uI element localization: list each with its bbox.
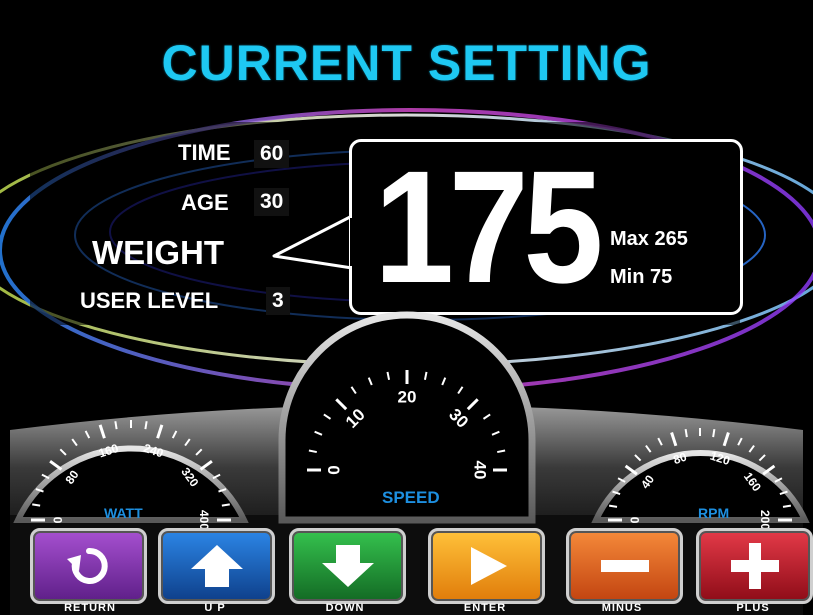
rpm-tick xyxy=(608,504,618,508)
watt-tick xyxy=(84,430,91,439)
rpm-tick xyxy=(612,490,621,495)
speed-tick xyxy=(386,371,391,380)
speed-tick xyxy=(482,413,491,420)
return-icon xyxy=(66,547,108,584)
watt-tick-label: 240 xyxy=(142,441,166,461)
speed-tick xyxy=(335,398,348,411)
rpm-tick xyxy=(634,454,642,462)
watt-tick-label: 80 xyxy=(62,467,81,486)
rpm-tick xyxy=(737,437,743,446)
watt-tick xyxy=(195,448,203,456)
watt-tick xyxy=(41,473,50,480)
minus-button-label: MINUS xyxy=(601,602,643,614)
plus-button-label: PLUS xyxy=(736,602,770,614)
rpm-tick xyxy=(684,428,688,438)
down-button[interactable] xyxy=(289,528,406,604)
minus-button[interactable] xyxy=(566,528,683,604)
enter-button[interactable] xyxy=(428,528,545,604)
rpm-tick xyxy=(722,432,730,447)
watt-tick xyxy=(59,448,67,456)
return-button[interactable] xyxy=(30,528,147,604)
enter-button-label: ENTER xyxy=(463,602,507,614)
rpm-tick xyxy=(617,477,626,483)
speed-tick xyxy=(491,430,500,436)
up-button-label: U P xyxy=(204,602,226,614)
arrow-up-icon xyxy=(190,545,243,587)
down-button-label: DOWN xyxy=(325,602,365,614)
speed-tick xyxy=(497,449,506,454)
watt-tick xyxy=(199,460,213,471)
rpm-tick xyxy=(670,432,678,447)
speed-gauge-label: SPEED xyxy=(382,488,440,507)
return-button-label: RETURN xyxy=(64,602,116,614)
speed-tick xyxy=(423,371,428,380)
rpm-tick xyxy=(645,444,652,453)
watt-tick xyxy=(184,438,191,447)
up-button[interactable] xyxy=(158,528,275,604)
plus-button[interactable] xyxy=(696,528,813,604)
speed-tick xyxy=(457,386,464,395)
watt-tick xyxy=(114,421,118,430)
watt-tick xyxy=(144,421,148,430)
speed-tick xyxy=(441,377,447,386)
rpm-tick-label: 80 xyxy=(671,450,688,468)
speed-tick-label: 20 xyxy=(398,387,417,406)
rpm-tick xyxy=(782,504,792,508)
speed-tick xyxy=(323,413,332,420)
speed-tick xyxy=(466,398,479,411)
speed-tick xyxy=(367,377,373,386)
speed-tick-label: 0 xyxy=(324,465,343,474)
play-icon xyxy=(470,547,507,585)
rpm-tick xyxy=(748,444,755,453)
minus-icon xyxy=(600,560,649,572)
rpm-tick xyxy=(758,454,766,462)
watt-tick xyxy=(218,488,227,493)
rpm-gauge-label: RPM xyxy=(698,505,730,521)
watt-tick xyxy=(171,430,178,439)
watt-tick xyxy=(212,473,221,480)
watt-tick xyxy=(35,488,44,493)
watt-tick xyxy=(156,424,164,439)
plus-icon xyxy=(730,543,779,589)
watt-gauge-label: WATT xyxy=(104,505,143,521)
watt-tick-label: 160 xyxy=(97,441,121,461)
watt-tick-label: 320 xyxy=(178,465,201,490)
watt-tick xyxy=(221,503,230,507)
watt-tick xyxy=(32,503,41,507)
speed-tick xyxy=(350,386,357,395)
watt-tick-label: 0 xyxy=(51,516,65,523)
rpm-tick-label: 0 xyxy=(628,516,642,523)
rpm-tick xyxy=(774,477,783,483)
rpm-tick xyxy=(624,464,638,476)
rpm-tick-label: 160 xyxy=(741,470,764,495)
watt-tick xyxy=(98,424,106,439)
speed-tick-label: 40 xyxy=(471,461,490,480)
rpm-tick xyxy=(762,464,776,476)
gauge-ticks: 080160 24032040001020304004080 120160200 xyxy=(31,370,792,530)
rpm-tick xyxy=(779,490,788,495)
speed-tick xyxy=(308,449,317,454)
watt-tick xyxy=(49,460,63,471)
rpm-tick-label: 40 xyxy=(638,472,657,491)
arrow-down-icon xyxy=(321,545,374,587)
rpm-tick-label: 120 xyxy=(708,449,732,469)
rpm-tick xyxy=(657,437,663,446)
speed-tick xyxy=(314,430,323,436)
rpm-tick xyxy=(712,428,716,438)
watt-tick xyxy=(71,438,78,447)
